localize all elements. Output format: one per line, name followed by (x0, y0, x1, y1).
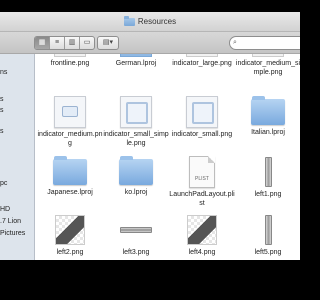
file-name: indicator_large.png (172, 60, 232, 67)
search-icon: ⌕ (233, 39, 237, 46)
title-bar: Resources (0, 12, 300, 32)
file-name: left4.png (188, 249, 216, 256)
file-item[interactable]: frontline.png (37, 54, 103, 68)
image-thumbnail (55, 215, 85, 245)
folder-icon (251, 96, 285, 125)
file-item[interactable]: left5.png (235, 212, 300, 257)
file-item[interactable]: PLIST LaunchPadLayout.plist (169, 154, 235, 208)
sidebar-item[interactable]: Pictures (0, 230, 25, 237)
file-name: Italian.lproj (251, 129, 285, 136)
sidebar-item[interactable]: s (0, 107, 4, 114)
file-name: German.lproj (115, 60, 157, 67)
screen-border (0, 260, 300, 300)
file-name: left5.png (254, 249, 282, 256)
file-name: left1.png (254, 191, 282, 198)
file-item[interactable]: left3.png (103, 212, 169, 257)
sidebar: ns s s s pc HD .7 Lion Pictures (0, 54, 35, 260)
file-item[interactable]: indicator_medium.png (37, 94, 103, 148)
file-name: left3.png (122, 249, 150, 256)
file-item[interactable]: indicator_small_simple.png (103, 94, 169, 148)
file-name: frontline.png (50, 60, 90, 67)
file-name: indicator_medium_simple.png (235, 60, 300, 76)
image-thumbnail (187, 215, 217, 245)
folder-icon (119, 156, 153, 185)
image-thumbnail (120, 96, 152, 128)
sidebar-item[interactable]: ns (0, 69, 7, 76)
file-item[interactable]: left2.png (37, 212, 103, 257)
file-item[interactable]: Japanese.lproj (37, 154, 103, 197)
file-grid: frontline.png German.lproj indicator_lar… (35, 54, 300, 260)
sidebar-item[interactable]: .7 Lion (0, 218, 21, 225)
file-name: indicator_medium.png (37, 131, 103, 147)
view-mode-segmented-control: ▦ ≡ ▥ ▭ (34, 36, 95, 50)
file-item[interactable]: left1.png (235, 154, 300, 199)
icon-view-button[interactable]: ▦ (35, 37, 50, 49)
plist-document-icon: PLIST (189, 156, 215, 188)
sidebar-item[interactable]: s (0, 96, 4, 103)
column-view-button[interactable]: ▥ (65, 37, 80, 49)
file-item[interactable]: indicator_large.png (169, 54, 235, 68)
file-name: Japanese.lproj (47, 189, 93, 196)
window-title: Resources (137, 17, 177, 26)
sidebar-item[interactable]: s (0, 128, 4, 135)
image-thumbnail (264, 215, 272, 245)
folder-icon (123, 15, 135, 26)
image-thumbnail (120, 227, 152, 233)
file-item[interactable]: Italian.lproj (235, 94, 300, 137)
image-thumbnail (186, 96, 218, 128)
toolbar: ▦ ≡ ▥ ▭ ▤▾ ⌕ (0, 32, 300, 54)
file-name: indicator_small.png (171, 131, 233, 138)
search-field[interactable]: ⌕ (229, 36, 300, 50)
file-name: ko.lproj (124, 189, 148, 196)
file-name: left2.png (56, 249, 84, 256)
file-item[interactable]: indicator_small.png (169, 94, 235, 139)
list-view-button[interactable]: ≡ (50, 37, 65, 49)
file-item[interactable]: ko.lproj (103, 154, 169, 197)
image-thumbnail (264, 157, 272, 187)
folder-icon (53, 156, 87, 185)
sidebar-item[interactable]: HD (0, 206, 10, 213)
image-thumbnail (54, 96, 86, 128)
file-item[interactable]: indicator_medium_simple.png (235, 54, 300, 77)
finder-window: Resources ▦ ≡ ▥ ▭ ▤▾ ⌕ ns s s s pc HD .7… (0, 12, 300, 260)
arrange-button[interactable]: ▤▾ (97, 36, 119, 50)
coverflow-view-button[interactable]: ▭ (80, 37, 94, 49)
image-thumbnail (252, 54, 284, 57)
sidebar-item[interactable]: pc (0, 180, 7, 187)
file-item[interactable]: German.lproj (103, 54, 169, 68)
file-item[interactable]: left4.png (169, 212, 235, 257)
file-name: indicator_small_simple.png (103, 131, 169, 147)
image-thumbnail (186, 54, 218, 57)
image-thumbnail (54, 54, 86, 57)
file-name: LaunchPadLayout.plist (169, 191, 235, 207)
folder-icon (120, 54, 152, 57)
